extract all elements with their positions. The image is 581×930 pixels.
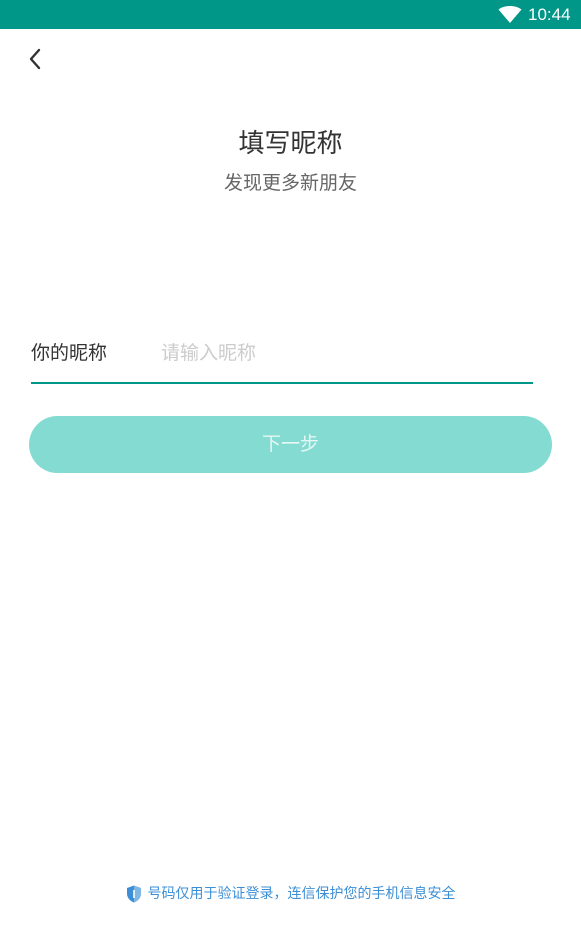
- status-bar: 10:44: [0, 0, 581, 29]
- status-time: 10:44: [528, 5, 571, 24]
- wifi-icon: [498, 6, 522, 23]
- shield-icon: [126, 885, 141, 903]
- page-title: 填写昵称: [238, 129, 343, 159]
- nickname-input[interactable]: [161, 336, 521, 370]
- nickname-field-row: 你的昵称: [31, 332, 533, 384]
- back-button[interactable]: [18, 42, 52, 76]
- page-subtitle: 发现更多新朋友: [223, 172, 357, 194]
- nickname-label: 你的昵称: [31, 342, 108, 364]
- chevron-left-icon: [29, 48, 41, 70]
- security-note: 号码仅用于验证登录，连信保护您的手机信息安全: [0, 884, 581, 904]
- next-button[interactable]: 下一步: [29, 416, 552, 473]
- security-text: 号码仅用于验证登录，连信保护您的手机信息安全: [147, 886, 456, 902]
